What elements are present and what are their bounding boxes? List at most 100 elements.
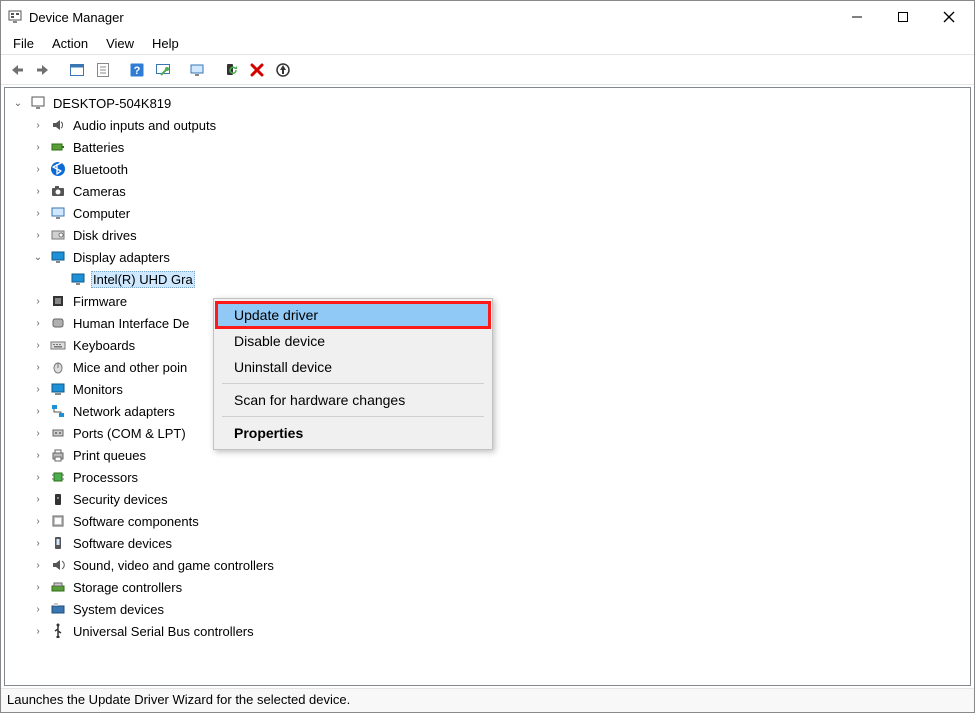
software-device-icon — [49, 534, 67, 552]
keyboard-icon — [49, 336, 67, 354]
tree-category-node[interactable]: › Software devices — [31, 532, 968, 554]
context-menu-separator — [222, 416, 484, 417]
camera-icon — [49, 182, 67, 200]
minimize-button[interactable] — [834, 1, 880, 33]
tree-category-node[interactable]: › Batteries — [31, 136, 968, 158]
menubar: File Action View Help — [1, 33, 974, 55]
tree-node-label: Intel(R) UHD Gra — [91, 271, 195, 288]
toolbar-forward-button[interactable] — [31, 58, 55, 82]
chevron-right-icon[interactable]: › — [31, 316, 45, 330]
chevron-right-icon[interactable]: › — [31, 558, 45, 572]
tree-node-label: Network adapters — [71, 403, 177, 420]
chevron-right-icon[interactable]: › — [31, 360, 45, 374]
chevron-right-icon[interactable]: › — [31, 602, 45, 616]
chevron-right-icon[interactable]: › — [31, 140, 45, 154]
tree-category-node[interactable]: › Cameras — [31, 180, 968, 202]
tree-category-node[interactable]: › Software components — [31, 510, 968, 532]
toolbar-properties-button[interactable] — [91, 58, 115, 82]
tree-category-node[interactable]: › Storage controllers — [31, 576, 968, 598]
computer-icon — [49, 204, 67, 222]
tree-category-node[interactable]: › Mice and other poin — [31, 356, 968, 378]
tree-root-label: DESKTOP-504K819 — [51, 95, 173, 112]
tree-category-node[interactable]: › Network adapters — [31, 400, 968, 422]
tree-category-node[interactable]: › Monitors — [31, 378, 968, 400]
tree-node-label: Software components — [71, 513, 201, 530]
chevron-right-icon[interactable]: › — [31, 338, 45, 352]
tree-node-label: Audio inputs and outputs — [71, 117, 218, 134]
tree-node-label: Processors — [71, 469, 140, 486]
chevron-right-icon[interactable]: › — [31, 470, 45, 484]
toolbar-disable-button[interactable] — [271, 58, 295, 82]
tree-category-node[interactable]: › Bluetooth — [31, 158, 968, 180]
printer-icon — [49, 446, 67, 464]
chevron-down-icon[interactable]: ⌄ — [11, 96, 25, 110]
tree-node-label: Disk drives — [71, 227, 139, 244]
display-adapter-icon — [69, 270, 87, 288]
close-button[interactable] — [926, 1, 972, 33]
context-menu-separator — [222, 383, 484, 384]
toolbar-update-driver-button[interactable] — [219, 58, 243, 82]
tree-category-node[interactable]: › Disk drives — [31, 224, 968, 246]
maximize-button[interactable] — [880, 1, 926, 33]
chevron-right-icon[interactable]: › — [31, 624, 45, 638]
chevron-right-icon[interactable]: › — [31, 492, 45, 506]
tree-category-node[interactable]: › System devices — [31, 598, 968, 620]
toolbar-uninstall-button[interactable] — [245, 58, 269, 82]
chevron-right-icon[interactable]: › — [31, 448, 45, 462]
tree-node-label: System devices — [71, 601, 166, 618]
tree-node-label: Security devices — [71, 491, 170, 508]
menu-view[interactable]: View — [98, 34, 142, 53]
tree-category-node[interactable]: › Keyboards — [31, 334, 968, 356]
tree-category-node[interactable]: › Human Interface De — [31, 312, 968, 334]
tree-node-label: Cameras — [71, 183, 128, 200]
system-device-icon — [49, 600, 67, 618]
tree-category-node[interactable]: › Universal Serial Bus controllers — [31, 620, 968, 642]
chevron-right-icon[interactable]: › — [31, 514, 45, 528]
chevron-right-icon[interactable]: › — [31, 162, 45, 176]
chevron-right-icon[interactable]: › — [31, 206, 45, 220]
toolbar-back-button[interactable] — [5, 58, 29, 82]
cpu-icon — [49, 468, 67, 486]
chevron-right-icon[interactable]: › — [31, 536, 45, 550]
chevron-right-icon[interactable]: › — [31, 426, 45, 440]
chevron-right-icon[interactable]: › — [31, 580, 45, 594]
chevron-down-icon[interactable]: ⌄ — [31, 250, 45, 264]
chevron-right-icon[interactable]: › — [31, 118, 45, 132]
chevron-right-icon[interactable]: › — [31, 184, 45, 198]
toolbar-scan-hardware-button[interactable] — [151, 58, 175, 82]
context-menu-item-scan-for-hardware-changes[interactable]: Scan for hardware changes — [216, 387, 490, 413]
tree-category-node[interactable]: ⌄ Display adapters — [31, 246, 968, 268]
computer-root-icon — [29, 94, 47, 112]
tree-category-node[interactable]: › Computer — [31, 202, 968, 224]
chevron-right-icon[interactable]: › — [31, 228, 45, 242]
context-menu-item-uninstall-device[interactable]: Uninstall device — [216, 354, 490, 380]
toolbar-show-hidden-button[interactable] — [65, 58, 89, 82]
chevron-right-icon[interactable]: › — [31, 404, 45, 418]
menu-action[interactable]: Action — [44, 34, 96, 53]
tree-category-node[interactable]: › Processors — [31, 466, 968, 488]
tree-category-node[interactable]: › Print queues — [31, 444, 968, 466]
chevron-right-icon[interactable]: › — [31, 294, 45, 308]
tree-root-node[interactable]: ⌄ DESKTOP-504K819 — [11, 92, 968, 114]
context-menu-item-disable-device[interactable]: Disable device — [216, 328, 490, 354]
hid-icon — [49, 314, 67, 332]
port-icon — [49, 424, 67, 442]
tree-category-node[interactable]: › Sound, video and game controllers — [31, 554, 968, 576]
tree-node-label: Keyboards — [71, 337, 137, 354]
tree-category-node[interactable]: › Ports (COM & LPT) — [31, 422, 968, 444]
context-menu-item-properties[interactable]: Properties — [216, 420, 490, 446]
menu-file[interactable]: File — [5, 34, 42, 53]
bluetooth-icon — [49, 160, 67, 178]
usb-icon — [49, 622, 67, 640]
toolbar-enable-button[interactable] — [185, 58, 209, 82]
tree-node-label: Storage controllers — [71, 579, 184, 596]
tree-category-node[interactable]: › Security devices — [31, 488, 968, 510]
tree-category-node[interactable]: › Audio inputs and outputs — [31, 114, 968, 136]
tree-device-node[interactable]: Intel(R) UHD Gra — [51, 268, 968, 290]
menu-help[interactable]: Help — [144, 34, 187, 53]
tree-node-label: Mice and other poin — [71, 359, 189, 376]
context-menu-item-update-driver[interactable]: Update driver — [216, 302, 490, 328]
chevron-right-icon[interactable]: › — [31, 382, 45, 396]
toolbar-help-button[interactable]: ? — [125, 58, 149, 82]
tree-category-node[interactable]: › Firmware — [31, 290, 968, 312]
